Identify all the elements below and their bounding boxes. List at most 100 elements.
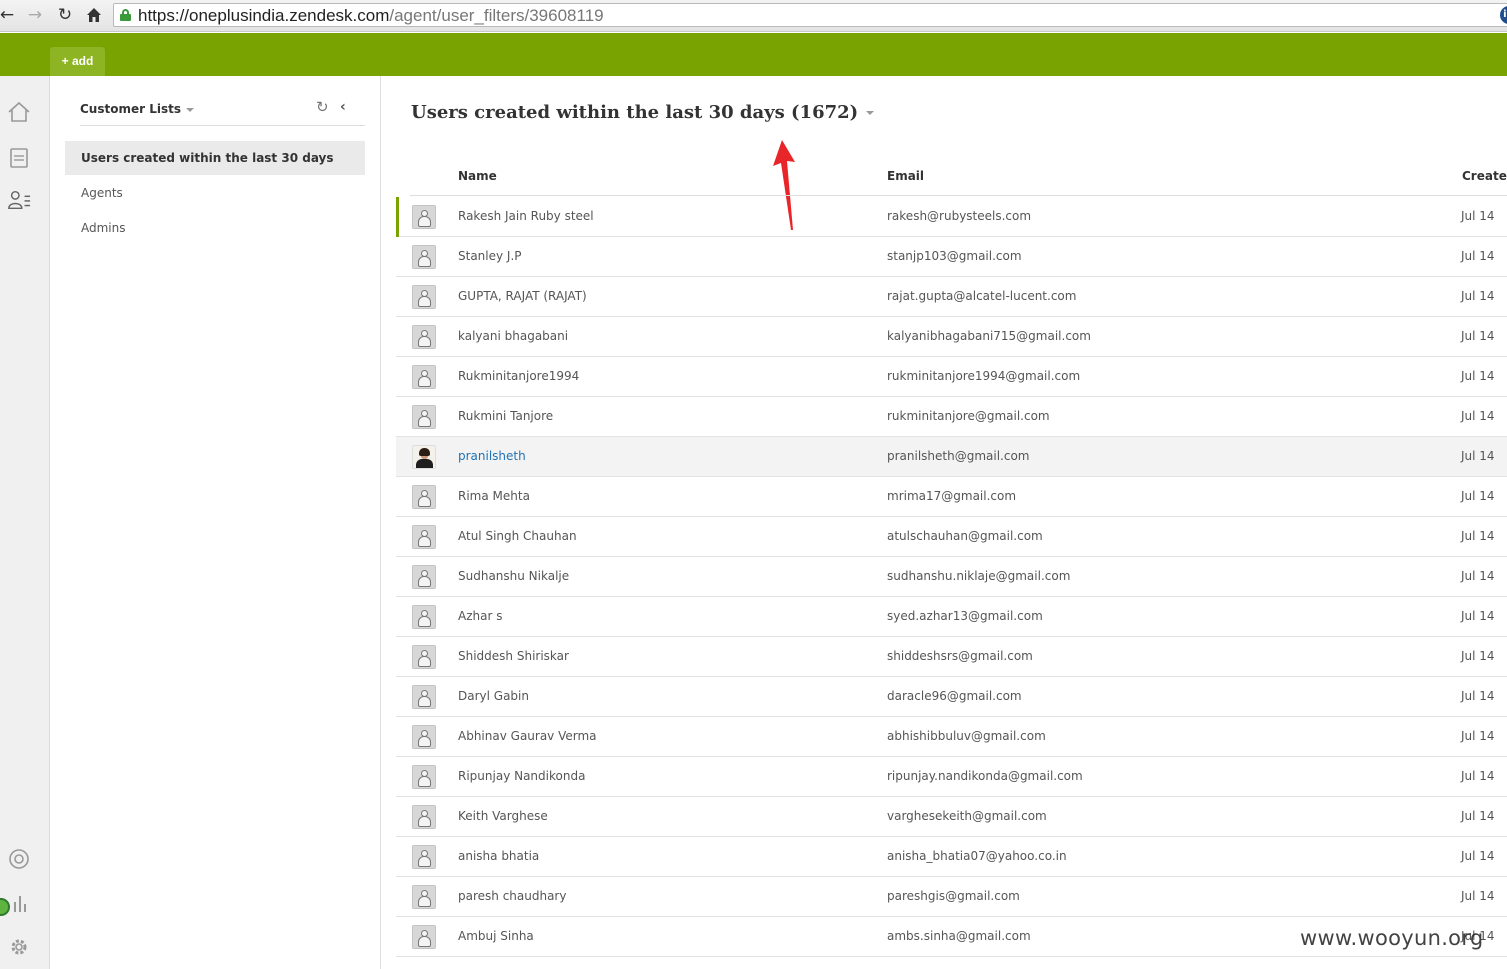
avatar[interactable] [412, 845, 436, 869]
user-created: Jul 14 [1461, 249, 1495, 263]
user-name[interactable]: kalyani bhagabani [458, 329, 568, 343]
avatar[interactable] [412, 885, 436, 909]
user-name[interactable]: Atul Singh Chauhan [458, 529, 577, 543]
list-item-admins[interactable]: Admins [65, 211, 365, 245]
table-row[interactable]: Atul Singh Chauhan atulschauhan@gmail.com… [396, 517, 1507, 557]
view-title[interactable]: Users created within the last 30 days (1… [411, 102, 875, 123]
collapse-icon[interactable]: ‹ [340, 99, 346, 115]
app-header: + add [0, 33, 1507, 76]
refresh-icon[interactable]: ↻ [316, 98, 329, 116]
user-email: rukminitanjore@gmail.com [887, 409, 1050, 423]
user-name[interactable]: Shiddesh Shiriskar [458, 649, 569, 663]
avatar[interactable] [412, 485, 436, 509]
table-row[interactable]: Rukmini Tanjore rukminitanjore@gmail.com J… [396, 397, 1507, 437]
user-created: Jul 14 [1461, 209, 1495, 223]
user-created: Jul 14 [1461, 529, 1495, 543]
user-name[interactable]: Rukminitanjore1994 [458, 369, 579, 383]
user-email: sudhanshu.niklaje@gmail.com [887, 569, 1071, 583]
table-row[interactable]: anisha bhatia anisha_bhatia07@yahoo.co.in… [396, 837, 1507, 877]
avatar[interactable] [412, 925, 436, 949]
avatar[interactable] [412, 725, 436, 749]
column-name[interactable]: Name [458, 169, 497, 183]
avatar[interactable] [412, 605, 436, 629]
avatar[interactable] [412, 245, 436, 269]
extension-icon[interactable]: iG [1500, 6, 1507, 24]
avatar[interactable] [412, 805, 436, 829]
avatar[interactable] [412, 285, 436, 309]
user-email: pareshgis@gmail.com [887, 889, 1020, 903]
user-created: Jul 14 [1461, 489, 1495, 503]
table-row[interactable]: Ripunjay Nandikonda ripunjay.nandikonda@g… [396, 757, 1507, 797]
user-name[interactable]: Stanley J.P [458, 249, 522, 263]
user-name[interactable]: Rima Mehta [458, 489, 530, 503]
avatar[interactable] [412, 405, 436, 429]
user-name[interactable]: Rakesh Jain Ruby steel [458, 209, 594, 223]
table-row[interactable]: Abhinav Gaurav Verma abhishibbuluv@gmail.… [396, 717, 1507, 757]
user-created: Jul 14 [1461, 649, 1495, 663]
user-name[interactable]: Ambuj Sinha [458, 929, 534, 943]
table-row[interactable]: Keith Varghese varghesekeith@gmail.com Jul… [396, 797, 1507, 837]
avatar[interactable] [412, 525, 436, 549]
browser-toolbar: ← → ↻ https://oneplusindia.zendesk.com/a… [0, 0, 1507, 32]
user-name[interactable]: Abhinav Gaurav Verma [458, 729, 597, 743]
list-item-agents[interactable]: Agents [65, 176, 365, 210]
user-name[interactable]: Azhar s [458, 609, 502, 623]
avatar[interactable] [412, 445, 436, 469]
user-email: shiddeshsrs@gmail.com [887, 649, 1033, 663]
customer-lists-icon[interactable] [7, 188, 31, 212]
customer-lists-dropdown[interactable]: Customer Lists [80, 102, 194, 116]
settings-icon[interactable] [7, 935, 31, 959]
column-created[interactable]: Created [1462, 169, 1507, 183]
table-row[interactable]: kalyani bhagabani kalyanibhagabani715@gma… [396, 317, 1507, 357]
user-name[interactable]: Ripunjay Nandikonda [458, 769, 585, 783]
back-arrow-icon[interactable]: ← [0, 4, 18, 26]
table-row[interactable]: GUPTA, RAJAT (RAJAT) rajat.gupta@alcatel-… [396, 277, 1507, 317]
user-name[interactable]: GUPTA, RAJAT (RAJAT) [458, 289, 587, 303]
help-icon[interactable] [7, 847, 31, 871]
column-email[interactable]: Email [887, 169, 924, 183]
table-row[interactable]: Rima Mehta mrima17@gmail.com Jul 14 [396, 477, 1507, 517]
avatar[interactable] [412, 685, 436, 709]
user-email: ambs.sinha@gmail.com [887, 929, 1031, 943]
reporting-icon[interactable] [7, 892, 31, 916]
table-row[interactable]: Daryl Gabin daracle96@gmail.com Jul 14 [396, 677, 1507, 717]
forward-arrow-icon[interactable]: → [24, 4, 46, 26]
table-header: Name Email Created [410, 158, 1507, 196]
table-row[interactable]: Shiddesh Shiriskar shiddeshsrs@gmail.com J… [396, 637, 1507, 677]
user-email: rakesh@rubysteels.com [887, 209, 1032, 223]
table-row[interactable]: Azhar s syed.azhar13@gmail.com Jul 14 [396, 597, 1507, 637]
add-button[interactable]: + add [50, 47, 105, 76]
user-name[interactable]: Daryl Gabin [458, 689, 529, 703]
table-row[interactable]: Stanley J.P stanjp103@gmail.com Jul 14 [396, 237, 1507, 277]
user-email: pranilsheth@gmail.com [887, 449, 1030, 463]
avatar[interactable] [412, 645, 436, 669]
list-item-last-30-days[interactable]: Users created within the last 30 days [65, 141, 365, 175]
avatar[interactable] [412, 365, 436, 389]
avatar[interactable] [412, 205, 436, 229]
user-created: Jul 14 [1461, 289, 1495, 303]
views-icon[interactable] [7, 146, 31, 170]
table-row[interactable]: Sudhanshu Nikalje sudhanshu.niklaje@gmail… [396, 557, 1507, 597]
user-name[interactable]: Keith Varghese [458, 809, 548, 823]
home-icon[interactable] [83, 4, 105, 26]
table-row[interactable]: Rukminitanjore1994 rukminitanjore1994@gma… [396, 357, 1507, 397]
user-email: mrima17@gmail.com [887, 489, 1017, 503]
avatar[interactable] [412, 565, 436, 589]
user-name[interactable]: paresh chaudhary [458, 889, 566, 903]
home-icon[interactable] [7, 100, 31, 124]
address-bar[interactable]: https://oneplusindia.zendesk.com/agent/u… [113, 3, 1507, 27]
user-name[interactable]: Sudhanshu Nikalje [458, 569, 569, 583]
user-email: rukminitanjore1994@gmail.com [887, 369, 1081, 383]
avatar[interactable] [412, 765, 436, 789]
user-name[interactable]: pranilsheth [458, 449, 526, 463]
user-name[interactable]: Rukmini Tanjore [458, 409, 553, 423]
table-row[interactable]: paresh chaudhary pareshgis@gmail.com Jul 1… [396, 877, 1507, 917]
user-created: Jul 14 [1461, 809, 1495, 823]
user-created: Jul 14 [1461, 689, 1495, 703]
avatar[interactable] [412, 325, 436, 349]
table-row[interactable]: pranilsheth pranilsheth@gmail.com Jul 14 [396, 437, 1507, 477]
user-name[interactable]: anisha bhatia [458, 849, 539, 863]
table-row[interactable]: Rakesh Jain Ruby steel rakesh@rubysteels.… [396, 197, 1507, 237]
user-created: Jul 14 [1461, 329, 1495, 343]
reload-icon[interactable]: ↻ [54, 4, 76, 26]
